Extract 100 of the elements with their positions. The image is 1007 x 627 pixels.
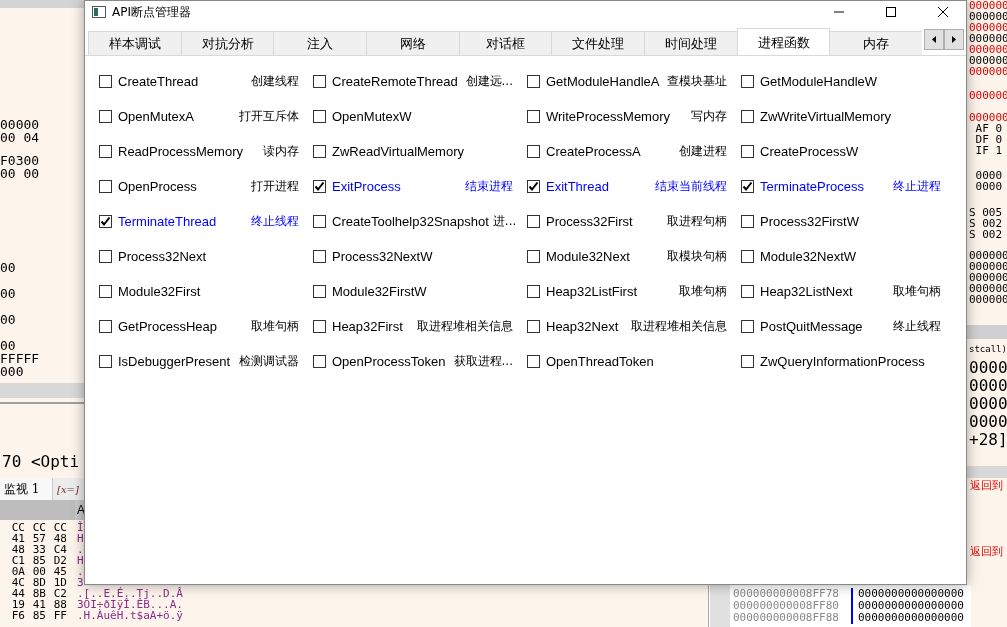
checkbox[interactable] bbox=[741, 285, 754, 298]
checkbox[interactable] bbox=[741, 145, 754, 158]
api-name[interactable]: OpenProcess bbox=[118, 179, 197, 194]
checkbox[interactable] bbox=[527, 110, 540, 123]
checkbox[interactable] bbox=[313, 215, 326, 228]
api-name[interactable]: OpenMutexW bbox=[332, 109, 412, 124]
checkbox[interactable] bbox=[527, 215, 540, 228]
api-name[interactable]: OpenMutexA bbox=[118, 109, 194, 124]
register-value: 00 00 bbox=[0, 167, 40, 180]
api-name[interactable]: Module32First bbox=[118, 284, 201, 299]
checkbox[interactable] bbox=[99, 110, 112, 123]
api-name[interactable]: ExitThread bbox=[546, 179, 609, 194]
checkbox[interactable] bbox=[313, 110, 326, 123]
checkbox[interactable] bbox=[99, 145, 112, 158]
tab[interactable]: 时间处理 bbox=[644, 31, 738, 55]
api-name[interactable]: Heap32First bbox=[332, 319, 403, 334]
api-name[interactable]: CreateProcessA bbox=[546, 144, 641, 159]
tab[interactable]: 注入 bbox=[273, 31, 367, 55]
scroll-right-button[interactable] bbox=[944, 29, 964, 50]
tab[interactable]: 网络 bbox=[366, 31, 460, 55]
checkbox[interactable] bbox=[741, 320, 754, 333]
api-name[interactable]: ZwReadVirtualMemory bbox=[332, 144, 464, 159]
tab[interactable]: 样本调试 bbox=[88, 31, 182, 55]
checkbox[interactable] bbox=[313, 320, 326, 333]
scrollbar[interactable] bbox=[0, 383, 84, 398]
api-name[interactable]: GetModuleHandleA bbox=[546, 74, 660, 89]
checkbox[interactable] bbox=[313, 145, 326, 158]
checkbox[interactable] bbox=[741, 75, 754, 88]
checkbox[interactable] bbox=[741, 355, 754, 368]
api-name[interactable]: Heap32ListFirst bbox=[546, 284, 638, 299]
checkbox[interactable] bbox=[741, 215, 754, 228]
api-name[interactable]: ZwWriteVirtualMemory bbox=[760, 109, 891, 124]
api-name[interactable]: Process32FirstW bbox=[760, 214, 859, 229]
api-name[interactable]: Heap32ListNext bbox=[760, 284, 853, 299]
api-name[interactable]: IsDebuggerPresent bbox=[118, 354, 230, 369]
register-value: 00 bbox=[0, 339, 17, 352]
api-name[interactable]: ExitProcess bbox=[332, 179, 401, 194]
panel-tab[interactable]: 监视 1 bbox=[0, 478, 53, 500]
scroll-left-button[interactable] bbox=[924, 29, 944, 50]
checkbox[interactable] bbox=[313, 285, 326, 298]
right-triangle-icon[interactable] bbox=[952, 36, 956, 43]
checkbox[interactable] bbox=[527, 180, 540, 193]
tab[interactable]: 对话框 bbox=[458, 31, 553, 55]
checkbox[interactable] bbox=[99, 75, 112, 88]
ascii-text: 3ÕI÷ðIÿÎ.ÊB...A. bbox=[77, 599, 183, 610]
api-name[interactable]: ZwQueryInformationProcess bbox=[760, 354, 925, 369]
api-name[interactable]: GetProcessHeap bbox=[118, 319, 217, 334]
tab[interactable]: 对抗分析 bbox=[180, 31, 275, 55]
checkbox[interactable] bbox=[99, 250, 112, 263]
checkbox[interactable] bbox=[99, 180, 112, 193]
register-value: 00 04 bbox=[0, 131, 40, 144]
hex-byte: 00 bbox=[32, 566, 46, 577]
api-name[interactable]: ReadProcessMemory bbox=[118, 144, 243, 159]
panel-tab[interactable]: [x=] bbox=[53, 478, 83, 500]
checkbox[interactable] bbox=[527, 250, 540, 263]
maximize-icon[interactable] bbox=[886, 7, 896, 17]
api-name[interactable]: CreateThread bbox=[118, 74, 199, 89]
api-name[interactable]: OpenProcessToken bbox=[332, 354, 446, 369]
close-icon[interactable] bbox=[938, 7, 948, 17]
api-name[interactable]: Process32First bbox=[546, 214, 633, 229]
api-name[interactable]: CreateRemoteThread bbox=[332, 74, 458, 89]
api-name[interactable]: TerminateProcess bbox=[760, 179, 865, 194]
api-name[interactable]: CreateToolhelp32Snapshot bbox=[332, 214, 489, 229]
api-name[interactable]: Process32Next bbox=[118, 249, 207, 264]
api-name[interactable]: CreateProcessW bbox=[760, 144, 859, 159]
checkbox[interactable] bbox=[527, 75, 540, 88]
value-text: 0000 bbox=[969, 377, 1007, 395]
api-name[interactable]: Module32FirstW bbox=[332, 284, 427, 299]
api-name[interactable]: Process32NextW bbox=[332, 249, 433, 264]
tab[interactable]: 内存 bbox=[829, 31, 922, 55]
checkbox[interactable] bbox=[527, 145, 540, 158]
hex-byte: 1D bbox=[53, 577, 67, 588]
checkbox[interactable] bbox=[313, 355, 326, 368]
checkbox[interactable] bbox=[527, 320, 540, 333]
value-text: 0000 bbox=[969, 359, 1007, 377]
api-name[interactable]: Module32Next bbox=[546, 249, 630, 264]
hex-byte: 88 bbox=[53, 599, 67, 610]
checkbox[interactable] bbox=[313, 75, 326, 88]
api-name[interactable]: Heap32Next bbox=[546, 319, 619, 334]
checkbox[interactable] bbox=[99, 215, 112, 228]
checkbox[interactable] bbox=[313, 250, 326, 263]
api-name[interactable]: TerminateThread bbox=[118, 214, 217, 229]
left-triangle-icon[interactable] bbox=[932, 36, 936, 43]
tab[interactable]: 文件处理 bbox=[551, 31, 646, 55]
api-name[interactable]: OpenThreadToken bbox=[546, 354, 654, 369]
checkbox[interactable] bbox=[527, 355, 540, 368]
ascii-text: . bbox=[77, 544, 84, 555]
api-name[interactable]: PostQuitMessage bbox=[760, 319, 863, 334]
checkbox[interactable] bbox=[741, 180, 754, 193]
checkbox[interactable] bbox=[99, 285, 112, 298]
api-description: 打开进程 bbox=[251, 178, 299, 195]
checkbox[interactable] bbox=[99, 320, 112, 333]
checkbox[interactable] bbox=[99, 355, 112, 368]
api-name[interactable]: Module32NextW bbox=[760, 249, 857, 264]
checkbox[interactable] bbox=[741, 250, 754, 263]
api-name[interactable]: GetModuleHandleW bbox=[760, 74, 878, 89]
checkbox[interactable] bbox=[313, 180, 326, 193]
checkbox[interactable] bbox=[527, 285, 540, 298]
checkbox[interactable] bbox=[741, 110, 754, 123]
api-name[interactable]: WriteProcessMemory bbox=[546, 109, 670, 124]
